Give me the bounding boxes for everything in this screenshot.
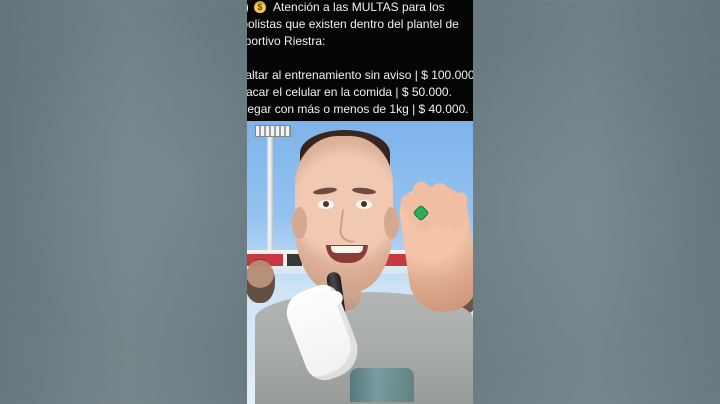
speaker-right-ear [384, 207, 399, 239]
speaker-left-ear [292, 207, 307, 239]
caption-line-1: Atención a las MULTAS para los [247, 0, 473, 16]
speaker-photo [247, 121, 473, 404]
caption-line-6: Sacar el celular en la comida | $ 50.000… [247, 85, 452, 99]
argentina-flag-icon [247, 4, 248, 12]
video-frame: Atención a las MULTAS para los tbolistas… [0, 0, 720, 404]
left-blurred-background [0, 0, 247, 404]
light-pole [267, 137, 273, 257]
stadium-lights [255, 125, 291, 137]
stadium-light-tower [255, 125, 291, 257]
shirt-print [350, 368, 414, 402]
caption-line-3: eportivo Riestra: [247, 34, 326, 48]
video-player: Atención a las MULTAS para los tbolistas… [247, 0, 473, 404]
speaker-teeth [331, 246, 363, 253]
caption-overlay: Atención a las MULTAS para los tbolistas… [247, 0, 473, 121]
money-bag-icon [254, 1, 267, 13]
right-eye [356, 200, 372, 209]
caption-line-7: Llegar con más o menos de 1kg | $ 40.000… [247, 102, 469, 116]
caption-line-2: tbolistas que existen dentro del plantel… [247, 17, 459, 31]
caption-line-5: Faltar al entrenamiento sin aviso | $ 10… [247, 68, 473, 82]
caption-line-1-text: Atención a las MULTAS para los [273, 0, 445, 14]
background-player-left [247, 259, 275, 303]
left-eye [318, 200, 334, 209]
right-blurred-background [473, 0, 720, 404]
